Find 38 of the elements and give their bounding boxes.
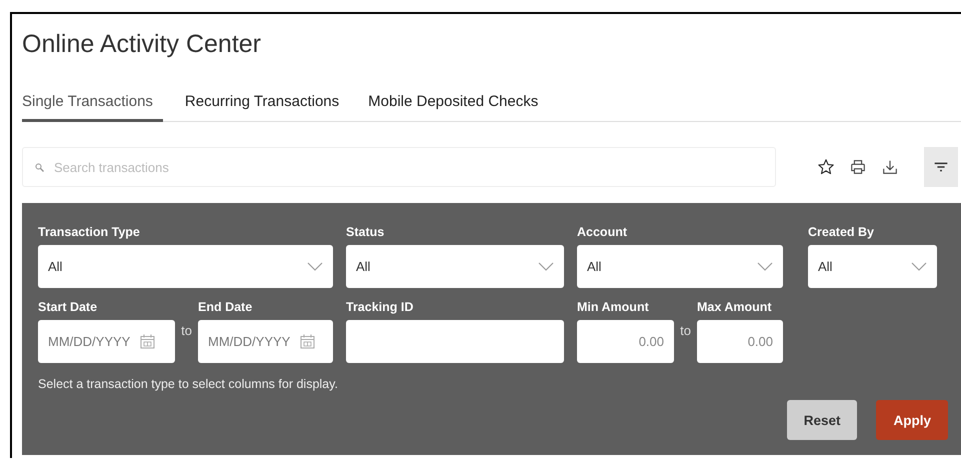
field-label: Status [346, 225, 386, 239]
download-icon [881, 158, 899, 176]
range-separator: to [679, 323, 692, 338]
date-field[interactable]: MM/DD/YYYY [38, 320, 175, 363]
field-label: Transaction Type [38, 225, 141, 239]
chevron-icon [757, 262, 773, 271]
chevron-icon [538, 262, 554, 271]
calendar-icon [300, 334, 316, 349]
field-label: Account [577, 225, 628, 239]
star-icon [817, 158, 835, 176]
date-field[interactable]: MM/DD/YYYY [198, 320, 333, 363]
field-label: Tracking ID [346, 300, 414, 314]
tab[interactable]: Single Transactions [22, 87, 163, 122]
dropdown[interactable]: All [38, 245, 333, 288]
dropdown[interactable]: All [808, 245, 937, 288]
printer-icon [849, 158, 867, 176]
filter-button[interactable] [924, 147, 958, 187]
field-label: Created By [808, 225, 875, 239]
range-separator: to [180, 323, 193, 338]
hint-text: Select a transaction type to select columns for display. [38, 377, 339, 391]
tab[interactable]: Mobile Deposited Checks [368, 87, 538, 122]
field-label: Min Amount [577, 300, 650, 314]
amount-field[interactable]: 0.00 [697, 320, 783, 363]
apply-button[interactable]: Apply [876, 400, 948, 440]
calendar-icon [140, 334, 156, 349]
tab[interactable]: Recurring Transactions [184, 87, 340, 122]
page-title: Online Activity Center [22, 29, 262, 60]
amount-field[interactable]: 0.00 [577, 320, 674, 363]
dropdown[interactable]: All [577, 245, 783, 288]
field-label: End Date [198, 300, 254, 314]
chevron-icon [307, 262, 323, 271]
field-label: Start Date [38, 300, 98, 314]
input-field[interactable] [346, 320, 564, 363]
reset-button[interactable]: Reset [786, 400, 858, 440]
chevron-icon [911, 262, 927, 271]
dropdown[interactable]: All [346, 245, 564, 288]
search-icon [35, 162, 44, 172]
field-label: Max Amount [697, 300, 773, 314]
